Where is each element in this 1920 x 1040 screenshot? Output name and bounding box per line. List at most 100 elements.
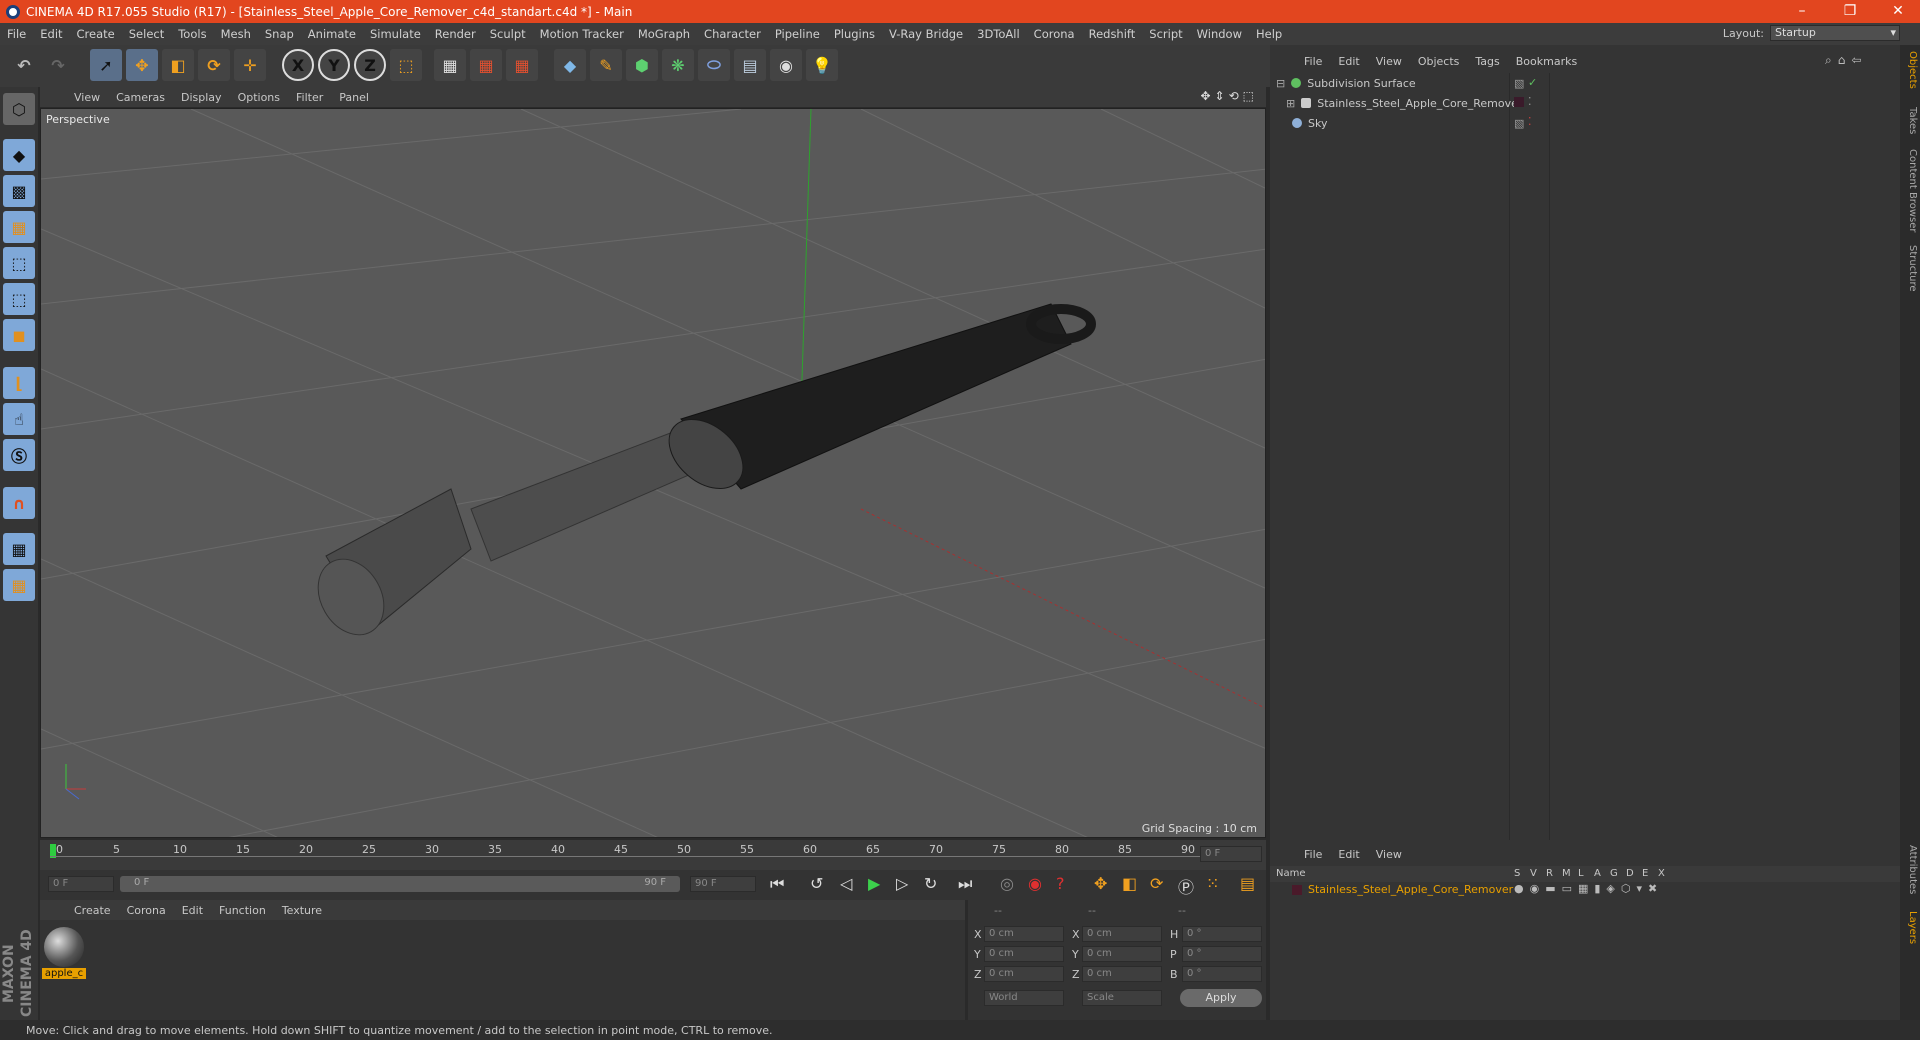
next-frame-icon[interactable]: ▷ [896, 874, 908, 893]
collapse-icon[interactable]: ⊟ [1276, 77, 1285, 90]
start-frame-field[interactable]: 0 F [48, 876, 114, 892]
menu-corona[interactable]: Corona [1027, 27, 1082, 41]
layer-row[interactable]: Stainless_Steel_Apple_Core_Remover ●◉▬▭▦… [1270, 882, 1900, 898]
position-x-field[interactable]: 0 cm [984, 926, 1064, 942]
polygons-mode-icon[interactable]: ◼ [3, 319, 35, 351]
layer-menu-edit[interactable]: Edit [1330, 848, 1367, 861]
menu-animate[interactable]: Animate [301, 27, 363, 41]
material-menu-edit[interactable]: Edit [174, 904, 211, 917]
coordinate-mode-select[interactable]: Scale [1082, 990, 1162, 1006]
previous-frame-icon[interactable]: ◁ [840, 874, 852, 893]
key-pla-icon[interactable]: ⁙ [1206, 874, 1219, 893]
menu-tools[interactable]: Tools [171, 27, 213, 41]
points-mode-icon[interactable]: ⬚ [3, 247, 35, 279]
layer-color-chip[interactable] [1292, 885, 1302, 895]
menu-sculpt[interactable]: Sculpt [483, 27, 533, 41]
light-bulb-icon[interactable]: 💡 [806, 49, 838, 81]
restore-button[interactable]: ❐ [1830, 0, 1870, 23]
keyframe-selection-icon[interactable]: ? [1056, 874, 1065, 893]
end-frame-field[interactable]: 90 F [690, 876, 756, 892]
layer-menu-view[interactable]: View [1368, 848, 1410, 861]
y-axis-lock-button[interactable]: Y [318, 49, 350, 81]
key-position-icon[interactable]: ✥ [1094, 874, 1107, 893]
menu-motion-tracker[interactable]: Motion Tracker [533, 27, 631, 41]
menu-redshift[interactable]: Redshift [1082, 27, 1143, 41]
position-y-field[interactable]: 0 cm [984, 946, 1064, 962]
material-menu-function[interactable]: Function [211, 904, 274, 917]
undo-icon[interactable]: ↶ [8, 49, 40, 81]
tab-content-browser[interactable]: Content Browser [1902, 149, 1918, 232]
texture-mode-icon[interactable]: ▩ [3, 175, 35, 207]
make-editable-icon[interactable]: ⬡ [3, 93, 35, 125]
material-menu-corona[interactable]: Corona [119, 904, 174, 917]
menu-script[interactable]: Script [1142, 27, 1189, 41]
record-keys-icon[interactable]: ◎ [1000, 874, 1014, 893]
magnet-icon[interactable]: ∩ [3, 487, 35, 519]
viewport-menu-display[interactable]: Display [173, 91, 230, 104]
close-button[interactable]: ✕ [1878, 0, 1918, 23]
select-arrow-icon[interactable]: ➚ [90, 49, 122, 81]
size-z-field[interactable]: 0 cm [1082, 966, 1162, 982]
menu-character[interactable]: Character [697, 27, 768, 41]
object-row[interactable]: ⊞ Stainless_Steel_Apple_Core_Remover [1270, 93, 1860, 113]
object-menu-file[interactable]: File [1296, 55, 1330, 68]
menu-mograph[interactable]: MoGraph [631, 27, 697, 41]
rotate-tool-icon[interactable]: ⟳ [198, 49, 230, 81]
goto-end-icon[interactable]: ⏭ [958, 874, 972, 894]
material-swatch[interactable]: apple_c [42, 926, 86, 982]
subdivision-surface-icon[interactable]: ⬢ [626, 49, 658, 81]
tab-takes[interactable]: Takes [1902, 107, 1918, 134]
render-settings-icon[interactable]: ▦ [506, 49, 538, 81]
menu-snap[interactable]: Snap [258, 27, 301, 41]
perspective-viewport[interactable]: Perspective Grid Spacing : 10 cm [40, 108, 1266, 838]
next-keyframe-icon[interactable]: ↻ [924, 874, 937, 893]
menu-window[interactable]: Window [1190, 27, 1249, 41]
menu-help[interactable]: Help [1249, 27, 1289, 41]
model-mode-icon[interactable]: ◆ [3, 139, 35, 171]
deformer-icon[interactable]: ⬭ [698, 49, 730, 81]
render-picture-viewer-icon[interactable]: ▦ [470, 49, 502, 81]
tab-attributes[interactable]: Attributes [1902, 845, 1918, 894]
spline-pen-icon[interactable]: ✎ [590, 49, 622, 81]
menu-3dtoall[interactable]: 3DToAll [970, 27, 1027, 41]
key-rotation-icon[interactable]: ⟳ [1150, 874, 1163, 893]
workplane-mode-icon[interactable]: ▦ [3, 211, 35, 243]
menu-simulate[interactable]: Simulate [363, 27, 428, 41]
layer-menu-file[interactable]: File [1296, 848, 1330, 861]
object-row[interactable]: Sky [1270, 113, 1860, 133]
viewport-menu-cameras[interactable]: Cameras [108, 91, 173, 104]
minimize-button[interactable]: – [1782, 0, 1822, 23]
layout-select[interactable]: Startup ▾ [1770, 25, 1900, 41]
object-menu-view[interactable]: View [1368, 55, 1410, 68]
rotation-h-field[interactable]: 0 ° [1182, 926, 1262, 942]
object-menu-bookmarks[interactable]: Bookmarks [1508, 55, 1585, 68]
size-y-field[interactable]: 0 cm [1082, 946, 1162, 962]
viewport-menu-filter[interactable]: Filter [288, 91, 331, 104]
z-axis-lock-button[interactable]: Z [354, 49, 386, 81]
menu-select[interactable]: Select [122, 27, 171, 41]
menu-file[interactable]: File [0, 27, 33, 41]
viewport-menu-view[interactable]: View [66, 91, 108, 104]
material-menu-texture[interactable]: Texture [274, 904, 330, 917]
apply-button[interactable]: Apply [1180, 989, 1262, 1007]
size-x-field[interactable]: 0 cm [1082, 926, 1162, 942]
menu-create[interactable]: Create [70, 27, 122, 41]
transform-tool-icon[interactable]: ✛ [234, 49, 266, 81]
current-frame-field[interactable]: 0 F [1200, 846, 1262, 862]
key-scale-icon[interactable]: ◧ [1122, 874, 1137, 893]
menu-edit[interactable]: Edit [33, 27, 69, 41]
viewport-menu-panel[interactable]: Panel [331, 91, 377, 104]
x-axis-lock-button[interactable]: X [282, 49, 314, 81]
planar-workplane-icon[interactable]: ▦ [3, 569, 35, 601]
menu-mesh[interactable]: Mesh [214, 27, 258, 41]
timeline-ruler[interactable]: 0 5 10 15 20 25 30 35 40 45 50 55 60 65 … [40, 840, 1266, 870]
object-menu-edit[interactable]: Edit [1330, 55, 1367, 68]
tab-objects[interactable]: Objects [1902, 51, 1918, 89]
expand-icon[interactable]: ⊞ [1286, 97, 1295, 110]
key-parameter-icon[interactable]: Ⓟ [1178, 874, 1194, 898]
tweak-mode-icon[interactable]: ☝ [3, 403, 35, 435]
menu-plugins[interactable]: Plugins [827, 27, 882, 41]
object-manager-nav-icons[interactable]: ⌕⌂⇦ [1825, 53, 1867, 68]
material-menu-create[interactable]: Create [66, 904, 119, 917]
enabled-check-icon[interactable]: ✓ [1528, 76, 1537, 89]
